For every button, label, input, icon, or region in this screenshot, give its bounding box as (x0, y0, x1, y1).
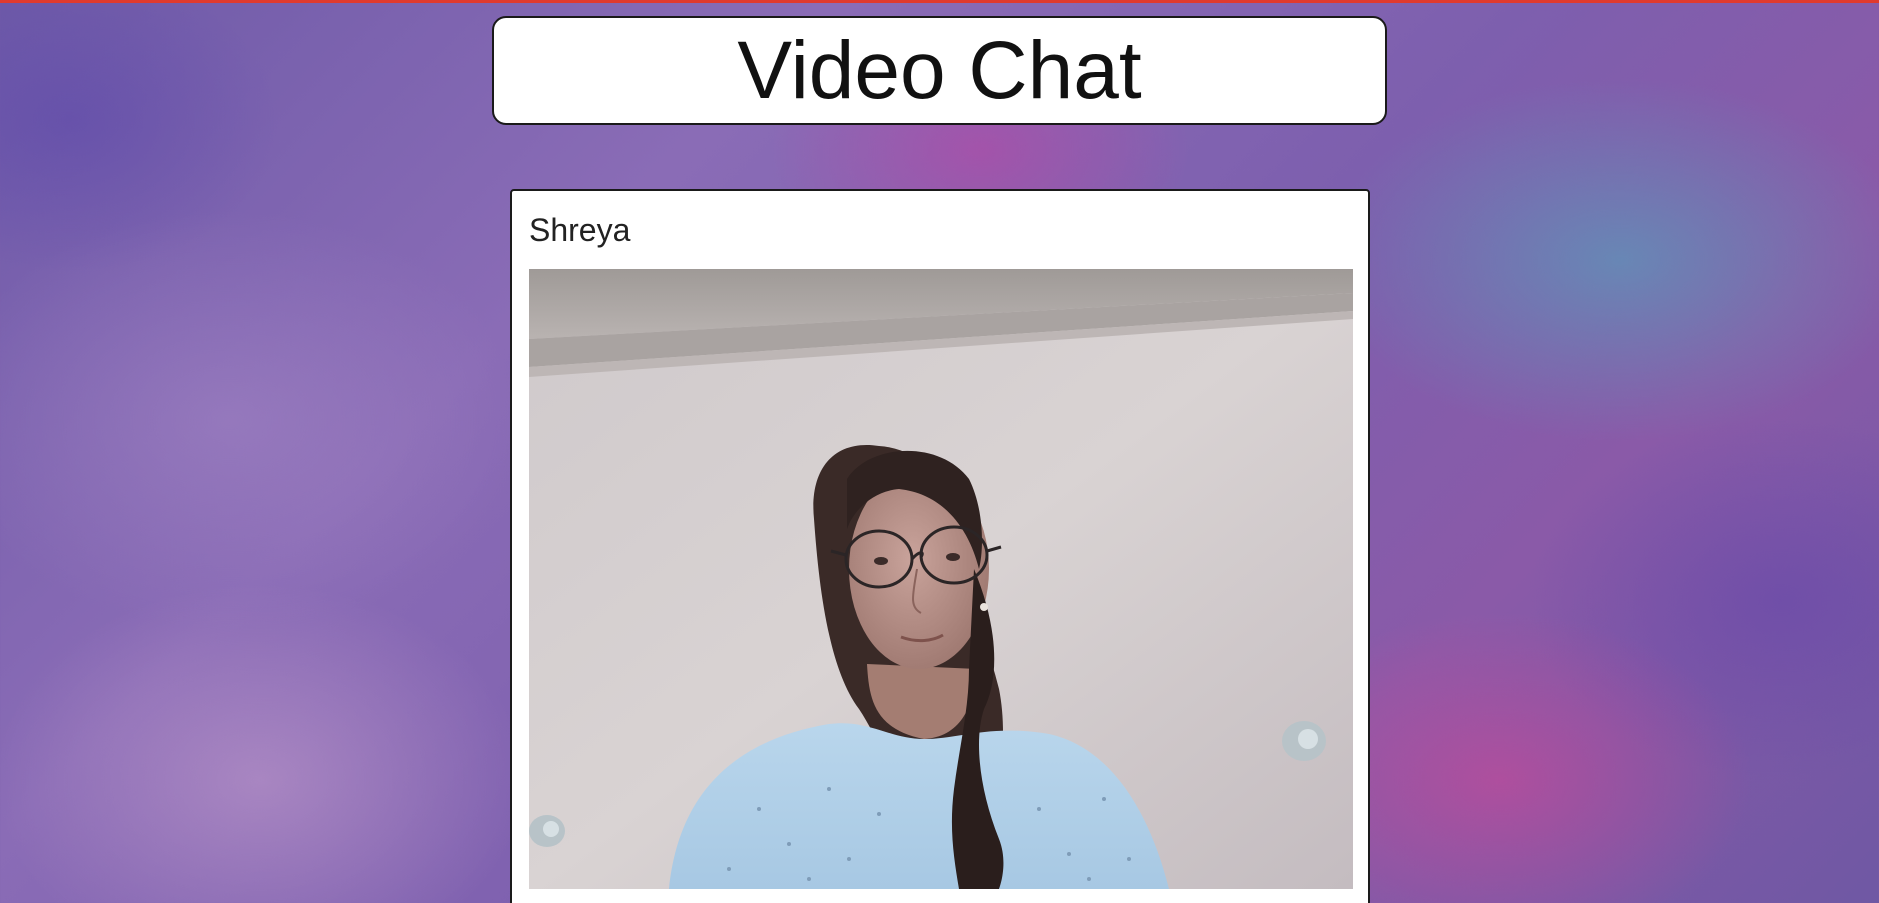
participant-name: Shreya (529, 212, 631, 248)
participant-video[interactable] (529, 269, 1353, 889)
video-frame (529, 269, 1353, 889)
page-header: Video Chat (492, 16, 1387, 125)
wall-lamp-left (529, 815, 565, 847)
wall-lamp-right (1282, 721, 1326, 761)
participant-tile[interactable]: Shreya (510, 189, 1370, 903)
page-title: Video Chat (737, 24, 1142, 116)
top-accent-line (0, 0, 1879, 3)
